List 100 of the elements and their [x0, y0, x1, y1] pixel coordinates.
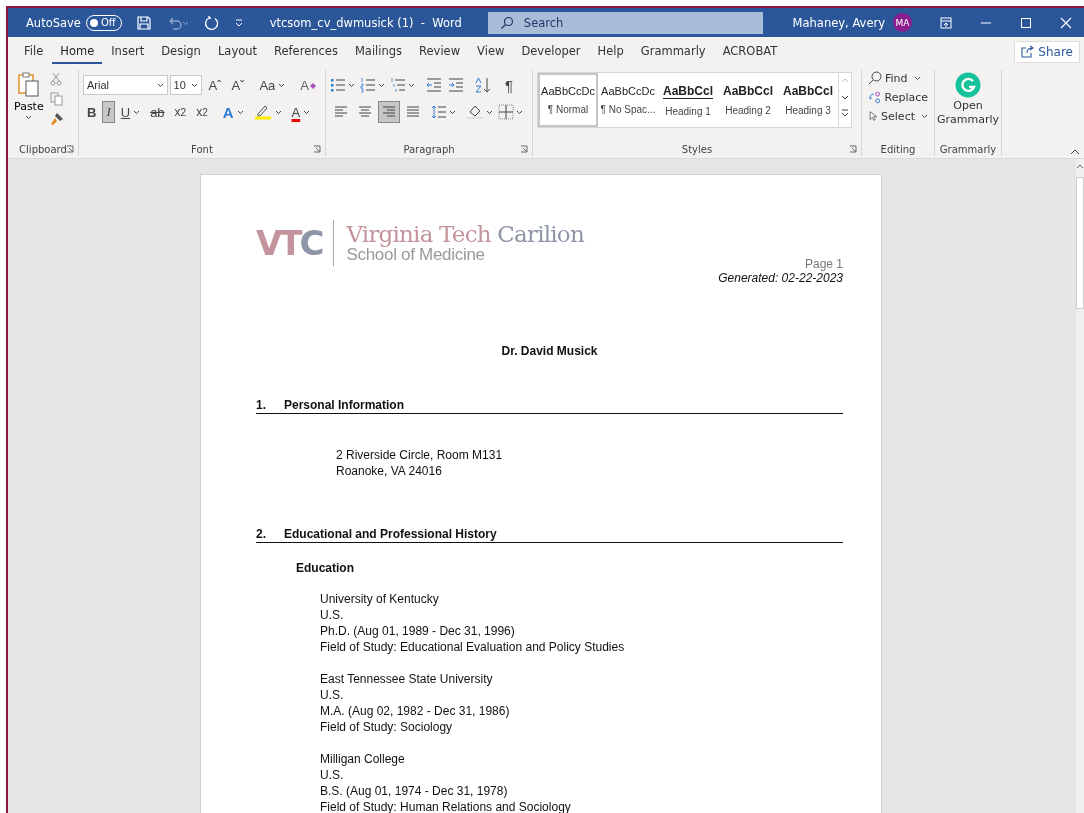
- autosave-label: AutoSave: [26, 15, 81, 30]
- address-line: 2 Riverside Circle, Room M131: [336, 447, 504, 463]
- education-line: Field of Study: Educational Evaluation and Policy Studies: [320, 639, 626, 655]
- group-label: Paragraph: [403, 143, 455, 155]
- user-name: Mahaney, Avery: [792, 15, 885, 30]
- align-icon: [334, 106, 348, 118]
- redo-icon[interactable]: [203, 14, 220, 31]
- customize-icon[interactable]: [233, 17, 244, 28]
- dropdown-icon: [25, 115, 33, 120]
- education-line: U.S.: [320, 687, 345, 703]
- generated-date: Generated: 02-22-2023: [718, 271, 843, 285]
- education-line: U.S.: [320, 767, 345, 783]
- text-effects-button[interactable]: A: [218, 101, 248, 123]
- decrease-indent-icon[interactable]: [425, 77, 443, 93]
- ribbon-tab[interactable]: Insert: [103, 39, 153, 64]
- highlighter-icon: [253, 104, 272, 120]
- align-icon: [358, 106, 372, 118]
- dialog-launcher-icon[interactable]: [313, 145, 321, 153]
- scroll-up-icon[interactable]: [1076, 163, 1084, 169]
- group-label: Font: [191, 143, 213, 155]
- ribbon-tab[interactable]: Home: [52, 39, 103, 64]
- increase-indent-icon[interactable]: [447, 77, 465, 93]
- user-avatar[interactable]: MA: [893, 13, 912, 32]
- education-line: U.S.: [320, 607, 345, 623]
- replace-icon: [868, 90, 882, 104]
- open-grammarly-button[interactable]: Open Grammarly: [937, 70, 1000, 142]
- format-painter-icon[interactable]: [49, 112, 64, 126]
- search-icon: [868, 71, 882, 85]
- numbering-icon[interactable]: [360, 77, 386, 93]
- save-icon[interactable]: [135, 14, 152, 31]
- multilevel-list-icon[interactable]: [390, 77, 416, 93]
- grow-font-button[interactable]: Aˆ: [204, 74, 226, 96]
- group-label: Editing: [880, 143, 916, 155]
- replace-button[interactable]: Replace: [866, 89, 930, 105]
- line-spacing-icon[interactable]: [431, 104, 457, 120]
- group-label: Grammarly: [939, 143, 997, 155]
- address-line: Roanoke, VA 24016: [336, 463, 443, 479]
- copy-icon[interactable]: [49, 92, 63, 106]
- ribbon-tab[interactable]: Help: [589, 39, 632, 64]
- search-field[interactable]: Search: [487, 11, 763, 34]
- bullets-icon[interactable]: [330, 77, 356, 93]
- education-line: University of Kentucky: [320, 591, 440, 607]
- education-line: Field of Study: Sociology: [320, 719, 454, 735]
- font-size-field[interactable]: 10: [169, 75, 203, 95]
- ribbon-tab[interactable]: Review: [411, 39, 469, 64]
- paste-button[interactable]: Paste: [12, 70, 46, 142]
- show-formatting-button[interactable]: ¶: [501, 74, 518, 96]
- caret-icon: [274, 109, 282, 115]
- ribbon-tab[interactable]: Mailings: [346, 39, 411, 64]
- ribbon-tab[interactable]: Layout: [209, 39, 265, 64]
- vertical-scrollbar[interactable]: [1076, 159, 1084, 813]
- dialog-launcher-icon[interactable]: [520, 145, 528, 153]
- style-item[interactable]: AaBbCcDc ¶ Normal: [538, 73, 598, 127]
- clear-formatting-button[interactable]: A: [296, 74, 321, 96]
- vtc-logo: VTC Virginia Tech Carilion School of Medicine: [256, 219, 584, 267]
- shrink-font-button[interactable]: Aˇ: [227, 74, 249, 96]
- education-line: B.S. (Aug 01, 1974 - Dec 31, 1978): [320, 783, 509, 799]
- grammarly-icon: [955, 72, 981, 98]
- italic-button[interactable]: I: [102, 101, 115, 123]
- cursor-icon: [868, 109, 879, 123]
- share-icon: [1021, 45, 1035, 58]
- caret-icon: [913, 75, 921, 81]
- ribbon-tab[interactable]: View: [469, 39, 513, 64]
- caret-icon: [921, 113, 928, 119]
- caret-icon: [133, 109, 141, 115]
- find-button[interactable]: Find: [866, 70, 930, 86]
- underline-button[interactable]: U: [116, 101, 145, 123]
- ribbon-tab[interactable]: References: [266, 39, 346, 64]
- close-icon[interactable]: [1060, 16, 1072, 29]
- maximize-icon[interactable]: [1020, 16, 1032, 29]
- scroll-thumb[interactable]: [1076, 177, 1084, 309]
- collapse-ribbon-icon[interactable]: [1070, 148, 1080, 156]
- dialog-launcher-icon[interactable]: [66, 145, 74, 153]
- ribbon-tab[interactable]: File: [16, 39, 52, 64]
- caret-icon: [303, 109, 311, 115]
- dialog-launcher-icon[interactable]: [849, 145, 857, 153]
- align-button[interactable]: [378, 101, 400, 123]
- select-button[interactable]: Select: [866, 108, 930, 124]
- font-name-field[interactable]: Arial: [83, 75, 168, 95]
- shading-icon[interactable]: [466, 104, 494, 120]
- ribbon-display-icon[interactable]: [940, 16, 952, 29]
- ribbon-tab[interactable]: Design: [153, 39, 209, 64]
- share-button[interactable]: Share: [1014, 40, 1080, 63]
- strikethrough-button[interactable]: ab: [146, 101, 169, 123]
- change-case-button[interactable]: Aa: [255, 74, 290, 96]
- group-label: Clipboard: [19, 143, 67, 155]
- cut-icon[interactable]: [49, 72, 62, 86]
- education-line: Ph.D. (Aug 01, 1989 - Dec 31, 1996): [320, 623, 516, 639]
- section-heading: 1. Personal Information: [256, 398, 843, 414]
- search-icon: [499, 15, 514, 30]
- font-color-button[interactable]: A: [287, 101, 315, 123]
- bold-button[interactable]: B: [83, 101, 101, 123]
- ribbon-tab[interactable]: Grammarly: [632, 39, 714, 64]
- ribbon-tab[interactable]: Developer: [513, 39, 589, 64]
- dropdown-icon: [191, 82, 199, 88]
- align-icon: [382, 106, 396, 118]
- ribbon-tab[interactable]: ACROBAT: [714, 39, 786, 64]
- sort-icon[interactable]: [474, 77, 492, 93]
- education-line: Field of Study: Human Relations and Sociology: [320, 799, 572, 813]
- window-title: vtcsom_cv_dwmusick (1) - Word: [269, 15, 462, 30]
